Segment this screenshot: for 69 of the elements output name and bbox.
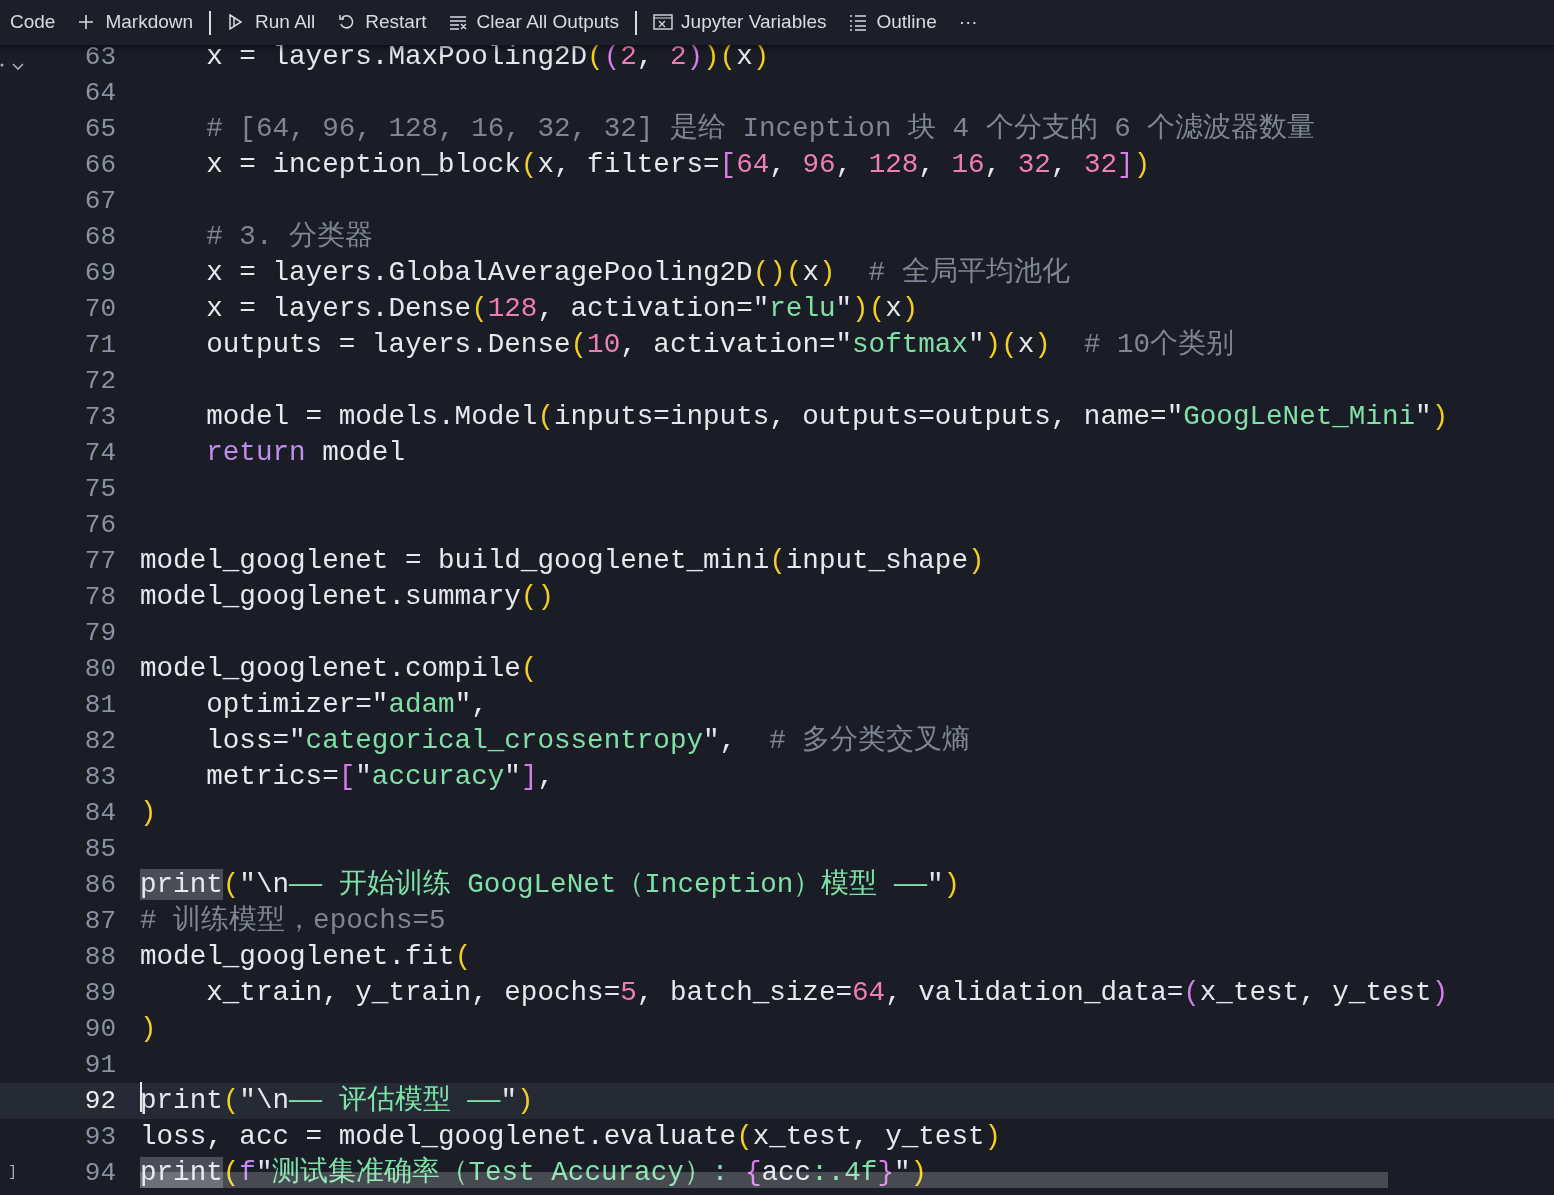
line-number: 77 xyxy=(83,544,116,578)
code-line: x = layers.Dense(128, activation="relu")(x) xyxy=(205,292,919,327)
code-line: metrics=["accuracy"], xyxy=(205,760,554,795)
text-cursor xyxy=(140,1082,142,1113)
code-line: print(f"测试集准确率（Test Accuracy）: {acc:.4f}") xyxy=(140,1155,928,1191)
code-line: # [64, 96, 128, 16, 32, 32] 是给 Inception 块 4 个分支的 6 个滤波器数量 xyxy=(205,112,1316,147)
more-button[interactable]: ··· xyxy=(958,8,978,37)
line-number: 63 xyxy=(83,40,116,74)
line-number: 82 xyxy=(83,724,116,758)
code-line: print("\n—— 评估模型 ——") xyxy=(140,1080,534,1122)
code-line: optimizer="adam", xyxy=(205,688,488,723)
line-number: 74 xyxy=(83,436,116,470)
code-line: x = layers.GlobalAveragePooling2D()(x) # 全局平均池化 xyxy=(205,256,1070,291)
toolbar-button[interactable]: Markdown xyxy=(77,8,194,37)
toolbar-button[interactable]: Run All xyxy=(227,8,316,37)
line-number: 70 xyxy=(83,292,116,326)
line-number: 85 xyxy=(83,832,116,866)
line-number: 92 xyxy=(83,1084,116,1118)
line-number: 76 xyxy=(83,508,116,542)
line-number: 87 xyxy=(83,904,116,938)
line-number: 89 xyxy=(83,976,116,1010)
line-number: 93 xyxy=(83,1120,116,1154)
code-line: model_googlenet = build_googlenet_mini(input_shape) xyxy=(140,544,985,579)
line-number: 78 xyxy=(83,580,116,614)
code-line: # 训练模型，epochs=5 xyxy=(140,904,446,939)
variables-icon xyxy=(653,13,674,32)
clear-list-icon xyxy=(448,13,469,32)
code-line: model_googlenet.compile( xyxy=(140,652,538,687)
line-number: 64 xyxy=(83,76,116,110)
line-number: 68 xyxy=(83,220,116,254)
gutter-mark: ] xyxy=(8,1163,17,1181)
line-number: 90 xyxy=(83,1012,116,1046)
code-line: x = layers.MaxPooling2D((2, 2))(x) xyxy=(205,40,770,75)
line-number: 88 xyxy=(83,940,116,974)
line-number: 80 xyxy=(83,652,116,686)
toolbar-button[interactable]: Outline xyxy=(848,8,937,37)
code-line: model = models.Model(inputs=inputs, outputs=outputs, name="GoogLeNet_Mini") xyxy=(205,400,1449,435)
line-number: 67 xyxy=(83,184,116,218)
line-number: 69 xyxy=(83,256,116,290)
line-number: 71 xyxy=(83,328,116,362)
code-line: x_train, y_train, epochs=5, batch_size=64, validation_data=(x_test, y_test) xyxy=(205,976,1449,1011)
line-number: 83 xyxy=(83,760,116,794)
code-line: return model xyxy=(205,436,405,471)
code-line: loss="categorical_crossentropy", # 多分类交叉熵 xyxy=(205,723,971,759)
line-number: 72 xyxy=(83,364,116,398)
line-number: 81 xyxy=(83,688,116,722)
toolbar-button[interactable]: Code xyxy=(10,8,56,37)
code-line: x = inception_block(x, filters=[64, 96, 128, 16, 32, 32]) xyxy=(205,148,1151,183)
toolbar-button[interactable]: Restart xyxy=(337,8,427,37)
toolbar-button[interactable]: Clear All Outputs xyxy=(448,8,620,37)
code-line: print("\n—— 开始训练 GoogLeNet（Inception）模型 ——") xyxy=(140,868,961,903)
line-number: 94 xyxy=(83,1156,116,1190)
list-icon xyxy=(848,13,869,32)
line-number: 84 xyxy=(83,796,116,830)
toolbar-button[interactable]: Jupyter Variables xyxy=(653,8,827,37)
line-number: 66 xyxy=(83,148,116,182)
code-line: loss, acc = model_googlenet.evaluate(x_test, y_test) xyxy=(140,1120,1002,1155)
code-line: model_googlenet.summary() xyxy=(140,580,554,615)
line-number: 75 xyxy=(83,472,116,506)
line-number: 91 xyxy=(83,1048,116,1082)
line-number: 73 xyxy=(83,400,116,434)
line-number: 86 xyxy=(83,868,116,902)
code-line: outputs = layers.Dense(10, activation="softmax")(x) # 10个类别 xyxy=(205,328,1235,363)
code-line: ) xyxy=(140,796,157,831)
line-number: 65 xyxy=(83,112,116,146)
code-line: # 3. 分类器 xyxy=(205,220,374,255)
code-line: ) xyxy=(140,1012,157,1047)
code-line: model_googlenet.fit( xyxy=(140,940,472,975)
line-number: 79 xyxy=(83,616,116,650)
